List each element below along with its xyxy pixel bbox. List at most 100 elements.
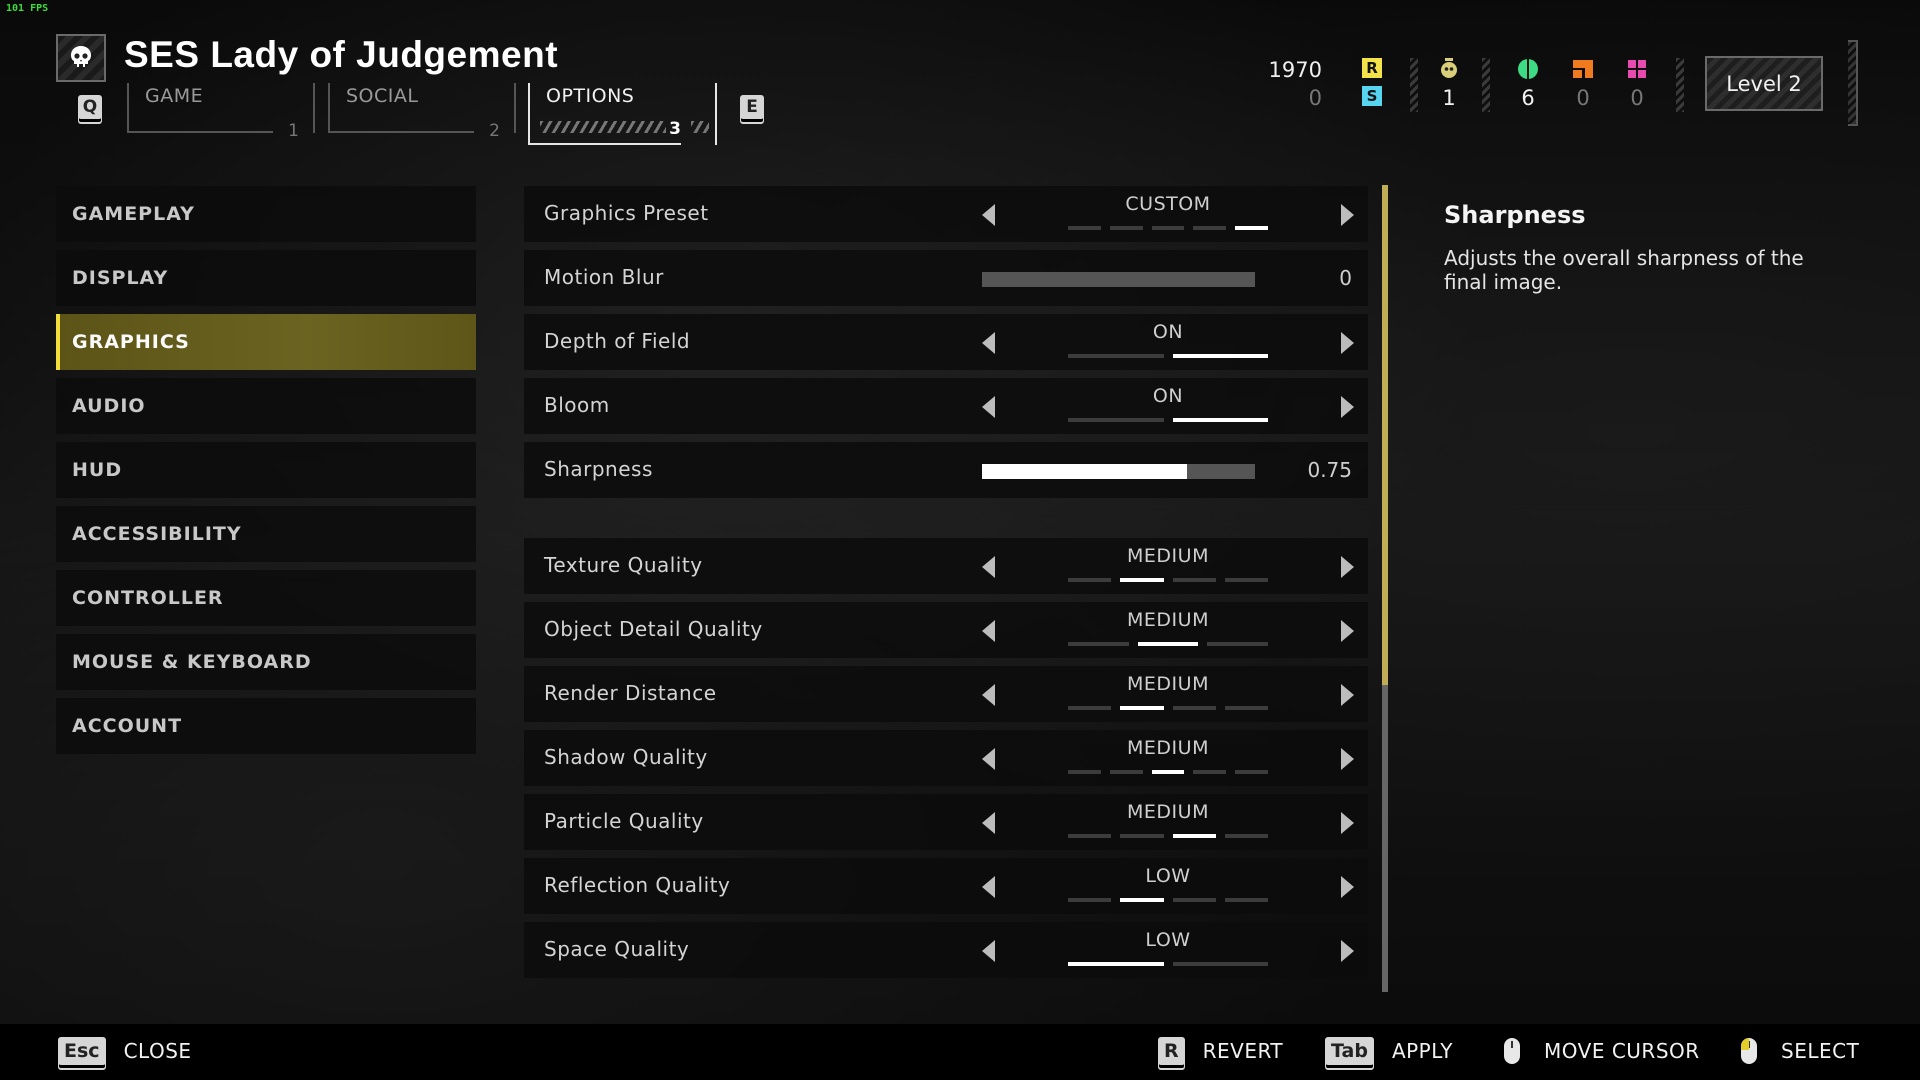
setting-value: ON (1152, 321, 1184, 343)
description-body: Adjusts the overall sharpness of the fin… (1444, 246, 1804, 294)
tab-game[interactable]: GAME 1 (127, 83, 315, 141)
option-indicator (1068, 834, 1268, 838)
arrow-left-icon[interactable] (982, 876, 995, 898)
arrow-left-icon[interactable] (982, 940, 995, 962)
option-step (1120, 706, 1164, 710)
arrow-right-icon[interactable] (1341, 332, 1354, 354)
arrow-right-icon[interactable] (1341, 204, 1354, 226)
revert-button[interactable]: R REVERT (1158, 1034, 1283, 1068)
setting-row-object-detail-quality[interactable]: Object Detail Quality MEDIUM (524, 602, 1368, 658)
arrow-left-icon[interactable] (982, 396, 995, 418)
arrow-left-icon[interactable] (982, 748, 995, 770)
setting-row-sharpness[interactable]: Sharpness 0.75 (524, 442, 1368, 498)
arrow-right-icon[interactable] (1341, 556, 1354, 578)
option-step (1120, 834, 1164, 838)
setting-row-texture-quality[interactable]: Texture Quality MEDIUM (524, 538, 1368, 594)
scrollbar[interactable] (1382, 185, 1388, 992)
setting-label: Graphics Preset (544, 201, 709, 225)
setting-row-reflection-quality[interactable]: Reflection Quality LOW (524, 858, 1368, 914)
option-step (1068, 226, 1101, 230)
option-step (1224, 898, 1268, 902)
setting-row-graphics-preset[interactable]: Graphics Preset CUSTOM (524, 186, 1368, 242)
arrow-left-icon[interactable] (982, 556, 995, 578)
tab-options[interactable]: OPTIONS 3 (528, 83, 717, 145)
sidebar-item-hud[interactable]: HUD (56, 442, 476, 498)
sidebar-item-graphics[interactable]: GRAPHICS (56, 314, 476, 370)
sidebar-item-label: AUDIO (72, 395, 146, 417)
sidebar-item-accessibility[interactable]: ACCESSIBILITY (56, 506, 476, 562)
option-step (1172, 962, 1268, 966)
option-step (1109, 770, 1143, 774)
close-button[interactable]: Esc CLOSE (58, 1034, 192, 1068)
setting-row-motion-blur[interactable]: Motion Blur 0 (524, 250, 1368, 306)
bracket-decoration (1848, 40, 1858, 126)
option-step (1120, 578, 1164, 582)
option-step (1193, 770, 1227, 774)
arrow-left-icon[interactable] (982, 204, 995, 226)
rare-samples-count: 0 (1576, 86, 1590, 110)
tab-number: 3 (669, 119, 681, 139)
level-badge: Level 2 (1705, 56, 1823, 111)
sidebar-item-label: DISPLAY (72, 267, 169, 289)
skull-icon (56, 34, 106, 82)
ship-title: SES Lady of Judgement (124, 34, 559, 75)
option-step (1151, 226, 1185, 230)
setting-label: Particle Quality (544, 809, 704, 833)
setting-row-space-quality[interactable]: Space Quality LOW (524, 922, 1368, 978)
tab-social[interactable]: SOCIAL 2 (328, 83, 516, 141)
apply-button[interactable]: Tab APPLY (1325, 1034, 1453, 1068)
setting-row-particle-quality[interactable]: Particle Quality MEDIUM (524, 794, 1368, 850)
sidebar-item-account[interactable]: ACCOUNT (56, 698, 476, 754)
requisition-icon: R (1362, 58, 1382, 78)
fps-counter: 101 FPS (6, 3, 49, 14)
sidebar-item-controller[interactable]: CONTROLLER (56, 570, 476, 626)
setting-row-shadow-quality[interactable]: Shadow Quality MEDIUM (524, 730, 1368, 786)
arrow-left-icon[interactable] (982, 812, 995, 834)
option-indicator (1068, 962, 1268, 966)
arrow-right-icon[interactable] (1341, 876, 1354, 898)
option-step (1172, 834, 1216, 838)
setting-value: MEDIUM (1127, 737, 1209, 759)
divider (1410, 58, 1418, 112)
option-step (1120, 898, 1164, 902)
mouse-left-click-icon (1741, 1038, 1757, 1064)
sidebar-item-display[interactable]: DISPLAY (56, 250, 476, 306)
arrow-left-icon[interactable] (982, 684, 995, 706)
next-tab-key[interactable]: E (740, 95, 764, 119)
arrow-left-icon[interactable] (982, 332, 995, 354)
settings-category-list: GAMEPLAY DISPLAY GRAPHICS AUDIO HUD ACCESSIBI… (56, 186, 476, 762)
medal-icon (1439, 58, 1459, 80)
arrow-right-icon[interactable] (1341, 748, 1354, 770)
setting-row-depth-of-field[interactable]: Depth of Field ON (524, 314, 1368, 370)
tab-number: 2 (489, 121, 500, 141)
scrollbar-thumb[interactable] (1382, 185, 1388, 686)
select-hint: SELECT (1741, 1034, 1859, 1068)
arrow-right-icon[interactable] (1341, 620, 1354, 642)
sidebar-item-audio[interactable]: AUDIO (56, 378, 476, 434)
arrow-right-icon[interactable] (1341, 812, 1354, 834)
sidebar-item-label: ACCOUNT (72, 715, 183, 737)
option-step (1109, 226, 1143, 230)
option-step (1137, 642, 1199, 646)
setting-row-bloom[interactable]: Bloom ON (524, 378, 1368, 434)
option-step (1207, 642, 1269, 646)
setting-label: Object Detail Quality (544, 617, 763, 641)
sidebar-item-gameplay[interactable]: GAMEPLAY (56, 186, 476, 242)
sidebar-item-label: MOUSE & KEYBOARD (72, 651, 312, 673)
setting-slider[interactable] (982, 464, 1255, 479)
option-step (1224, 578, 1268, 582)
arrow-left-icon[interactable] (982, 620, 995, 642)
arrow-right-icon[interactable] (1341, 940, 1354, 962)
prev-tab-key[interactable]: Q (78, 95, 102, 119)
setting-slider[interactable] (982, 272, 1255, 287)
arrow-right-icon[interactable] (1341, 684, 1354, 706)
sidebar-item-mouse-keyboard[interactable]: MOUSE & KEYBOARD (56, 634, 476, 690)
setting-row-render-distance[interactable]: Render Distance MEDIUM (524, 666, 1368, 722)
r-key: R (1158, 1037, 1185, 1065)
option-step (1224, 706, 1268, 710)
arrow-right-icon[interactable] (1341, 396, 1354, 418)
slider-fill (982, 464, 1187, 479)
option-step (1068, 354, 1164, 358)
medals-count: 1 (1442, 86, 1456, 110)
setting-label: Depth of Field (544, 329, 691, 353)
